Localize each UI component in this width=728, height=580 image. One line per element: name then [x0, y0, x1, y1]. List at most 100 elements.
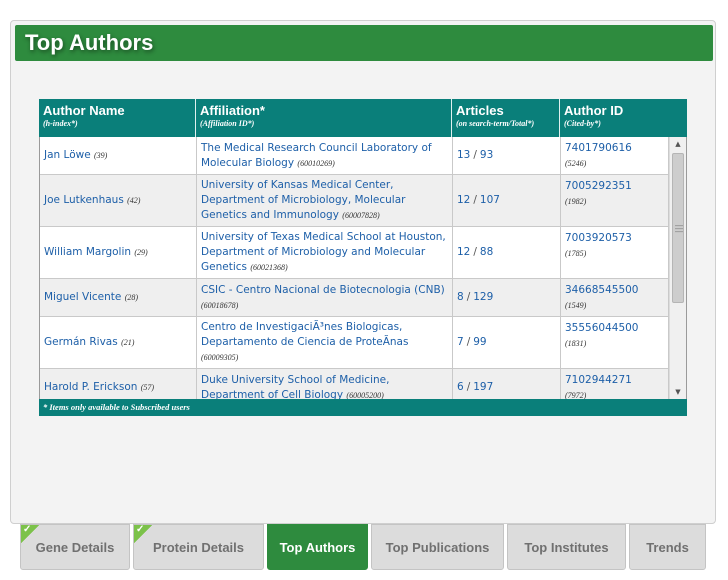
articles-separator: /	[473, 246, 477, 258]
table-row: Germán Rivas (21) Centro de InvestigaciÃ³…	[40, 317, 669, 369]
articles-cell: 8/129	[453, 279, 561, 316]
articles-total-link[interactable]: 129	[473, 290, 493, 305]
tab-gene-details[interactable]: ✓ Gene Details	[20, 524, 130, 570]
articles-separator: /	[466, 336, 471, 348]
author-name-cell: Harold P. Erickson (57)	[40, 369, 197, 399]
author-id-cell: 7401790616 (5246)	[561, 137, 669, 174]
grip-icon: ― ― ―	[675, 221, 683, 236]
author-name-cell: Jan Löwe (39)	[40, 137, 197, 174]
articles-cell: 13/93	[453, 137, 561, 174]
scroll-up-arrow-icon[interactable]: ▲	[670, 137, 686, 151]
cited-by: (1982)	[565, 197, 587, 206]
author-id-cell: 7005292351 (1982)	[561, 175, 669, 226]
table-rows: Jan Löwe (39) The Medical Research Counci…	[40, 137, 669, 399]
articles-cell: 6/197	[453, 369, 561, 399]
author-name-link[interactable]: Joe Lutkenhaus	[44, 194, 124, 206]
affiliation-link[interactable]: CSIC - Centro Nacional de Biotecnologia …	[201, 284, 445, 296]
h-index: (57)	[140, 383, 155, 392]
affiliation-cell: University of Texas Medical School at Ho…	[197, 227, 453, 278]
affiliation-id: (60021368)	[250, 263, 288, 272]
articles-total-link[interactable]: 93	[480, 148, 493, 163]
affiliation-cell: Duke University School of Medicine, Depa…	[197, 369, 453, 399]
h-index: (39)	[94, 151, 108, 160]
affiliation-link[interactable]: University of Texas Medical School at Ho…	[201, 231, 446, 273]
h-index: (29)	[134, 248, 148, 257]
author-name-link[interactable]: William Margolin	[44, 246, 131, 258]
articles-total-link[interactable]: 88	[480, 245, 493, 260]
cited-by: (7972)	[565, 391, 587, 399]
articles-cell: 12/88	[453, 227, 561, 278]
cited-by: (1831)	[565, 339, 587, 348]
articles-separator: /	[473, 149, 477, 161]
tab-top-publications[interactable]: Top Publications	[371, 524, 504, 570]
articles-term-link[interactable]: 12	[457, 245, 470, 260]
tab-top-institutes[interactable]: Top Institutes	[507, 524, 626, 570]
checkmark-icon: ✓	[21, 524, 39, 543]
articles-term-link[interactable]: 7	[457, 335, 464, 350]
author-id-link[interactable]: 35556044500	[565, 322, 639, 334]
panel-header: Top Authors	[15, 25, 713, 61]
table-row: Jan Löwe (39) The Medical Research Counci…	[40, 137, 669, 175]
author-id-link[interactable]: 7401790616	[565, 142, 632, 154]
table-row: Miguel Vicente (28) CSIC - Centro Naciona…	[40, 279, 669, 317]
author-id-cell: 7003920573 (1785)	[561, 227, 669, 278]
column-header-author-id[interactable]: Author ID (Cited-by*)	[560, 99, 687, 137]
cited-by: (5246)	[565, 159, 587, 168]
cited-by: (1549)	[565, 301, 587, 310]
cited-by: (1785)	[565, 249, 587, 258]
affiliation-cell: Centro de InvestigaciÃ³nes Biologicas, D…	[197, 317, 453, 368]
author-id-cell: 35556044500 (1831)	[561, 317, 669, 368]
articles-total-link[interactable]: 197	[473, 380, 493, 395]
affiliation-id: (60009305)	[201, 353, 239, 362]
page-title: Top Authors	[25, 30, 154, 55]
affiliation-id: (60005200)	[346, 390, 384, 400]
checkmark-icon: ✓	[134, 524, 152, 543]
articles-separator: /	[466, 291, 471, 303]
authors-table: Author Name (h-index*) Affiliation* (Aff…	[39, 99, 687, 416]
author-id-link[interactable]: 7005292351	[565, 180, 632, 192]
column-header-articles[interactable]: Articles (on search-term/Total*)	[452, 99, 560, 137]
author-id-link[interactable]: 34668545500	[565, 284, 639, 296]
top-authors-panel: Top Authors Author Name (h-index*) Affil…	[10, 20, 716, 524]
author-id-link[interactable]: 7003920573	[565, 232, 632, 244]
table-row: Joe Lutkenhaus (42) University of Kansas …	[40, 175, 669, 227]
vertical-scrollbar[interactable]: ▲ ― ― ― ▼	[669, 137, 686, 399]
affiliation-cell: University of Kansas Medical Center, Dep…	[197, 175, 453, 226]
author-name-link[interactable]: Jan Löwe	[44, 149, 91, 161]
h-index: (42)	[127, 196, 141, 205]
articles-term-link[interactable]: 13	[457, 148, 470, 163]
h-index: (28)	[124, 293, 139, 302]
articles-term-link[interactable]: 12	[457, 193, 470, 208]
tab-protein-details[interactable]: ✓ Protein Details	[133, 524, 264, 570]
affiliation-cell: CSIC - Centro Nacional de Biotecnologia …	[197, 279, 453, 316]
author-name-cell: Germán Rivas (21)	[40, 317, 197, 368]
author-name-link[interactable]: Germán Rivas	[44, 336, 118, 348]
articles-total-link[interactable]: 107	[480, 193, 500, 208]
column-header-author-name[interactable]: Author Name (h-index*)	[39, 99, 196, 137]
articles-separator: /	[466, 381, 471, 393]
affiliation-cell: The Medical Research Council Laboratory …	[197, 137, 453, 174]
table-row: William Margolin (29) University of Texas…	[40, 227, 669, 279]
author-id-link[interactable]: 7102944271	[565, 374, 632, 386]
table-body-scroll[interactable]: Jan Löwe (39) The Medical Research Counci…	[39, 137, 687, 399]
tab-top-authors[interactable]: Top Authors	[267, 524, 368, 570]
tab-trends[interactable]: Trends	[629, 524, 706, 570]
author-id-cell: 7102944271 (7972)	[561, 369, 669, 399]
scroll-down-arrow-icon[interactable]: ▼	[670, 385, 686, 399]
articles-term-link[interactable]: 6	[457, 380, 464, 395]
author-name-link[interactable]: Miguel Vicente	[44, 291, 121, 303]
articles-term-link[interactable]: 8	[457, 290, 464, 305]
affiliation-link[interactable]: Centro de InvestigaciÃ³nes Biologicas, D…	[201, 321, 408, 348]
affiliation-id: (60010269)	[297, 158, 335, 168]
articles-total-link[interactable]: 99	[473, 335, 486, 350]
articles-cell: 7/99	[453, 317, 561, 368]
table-header: Author Name (h-index*) Affiliation* (Aff…	[39, 99, 687, 137]
scrollbar-thumb[interactable]: ― ― ―	[672, 153, 684, 303]
author-name-cell: Joe Lutkenhaus (42)	[40, 175, 197, 226]
table-row: Harold P. Erickson (57) Duke University S…	[40, 369, 669, 399]
affiliation-id: (60018678)	[201, 300, 239, 310]
author-name-link[interactable]: Harold P. Erickson	[44, 381, 137, 393]
h-index: (21)	[121, 338, 135, 347]
column-header-affiliation[interactable]: Affiliation* (Affiliation ID*)	[196, 99, 452, 137]
author-name-cell: William Margolin (29)	[40, 227, 197, 278]
